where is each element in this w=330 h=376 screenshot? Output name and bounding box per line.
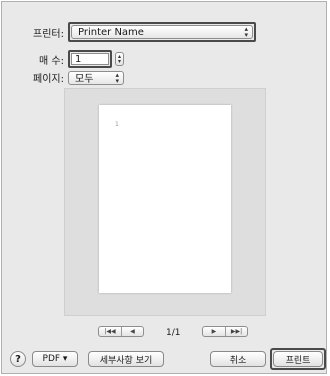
pages-label: 페이지: — [33, 74, 64, 85]
cancel-button[interactable]: 취소 — [210, 351, 266, 367]
print-button-highlight: 프린트 — [270, 348, 326, 370]
preview-area: 1 — [64, 88, 266, 316]
page-count: 1/1 — [166, 328, 181, 338]
page-mark: 1 — [115, 121, 119, 128]
first-page-icon[interactable]: |◀◀ — [99, 327, 121, 336]
pages-select-value: 모두 — [75, 74, 94, 85]
preview-page: 1 — [99, 105, 231, 293]
updown-arrows-icon: ▴ ▾ — [115, 70, 119, 85]
forward-nav-group: ▶ ▶▶| — [202, 326, 248, 337]
copies-highlight: 1 — [68, 50, 112, 68]
last-page-icon[interactable]: ▶▶| — [224, 327, 247, 336]
back-nav-group: |◀◀ ◀ — [98, 326, 144, 337]
printer-select[interactable]: Printer Name ▴ ▾ — [71, 25, 253, 39]
pdf-button[interactable]: PDF ▾ — [32, 351, 78, 367]
printer-select-value: Printer Name — [78, 26, 144, 38]
print-dialog: 프린터: Printer Name ▴ ▾ 매 수: 1 ▴ ▾ 페이지: 모두 ▴… — [1, 1, 327, 374]
next-page-icon[interactable]: ▶ — [203, 327, 225, 336]
print-button[interactable]: 프린트 — [273, 351, 323, 367]
copies-row: 매 수: 1 ▴ ▾ — [8, 50, 124, 68]
copies-input[interactable]: 1 — [71, 53, 109, 65]
printer-row: 프린터: Printer Name ▴ ▾ — [8, 22, 256, 42]
show-details-button[interactable]: 세부사항 보기 — [88, 351, 164, 367]
pages-select[interactable]: 모두 ▴ ▾ — [68, 70, 124, 85]
printer-label: 프린터: — [33, 28, 64, 40]
copies-label: 매 수: — [39, 55, 64, 67]
copies-stepper-icon[interactable]: ▴ ▾ — [115, 52, 124, 66]
printer-highlight: Printer Name ▴ ▾ — [68, 22, 256, 42]
help-icon[interactable]: ? — [10, 351, 26, 367]
previous-page-icon[interactable]: ◀ — [120, 327, 143, 336]
pages-row: 페이지: 모두 ▴ ▾ — [8, 70, 124, 85]
updown-arrows-icon: ▴ ▾ — [244, 25, 248, 39]
